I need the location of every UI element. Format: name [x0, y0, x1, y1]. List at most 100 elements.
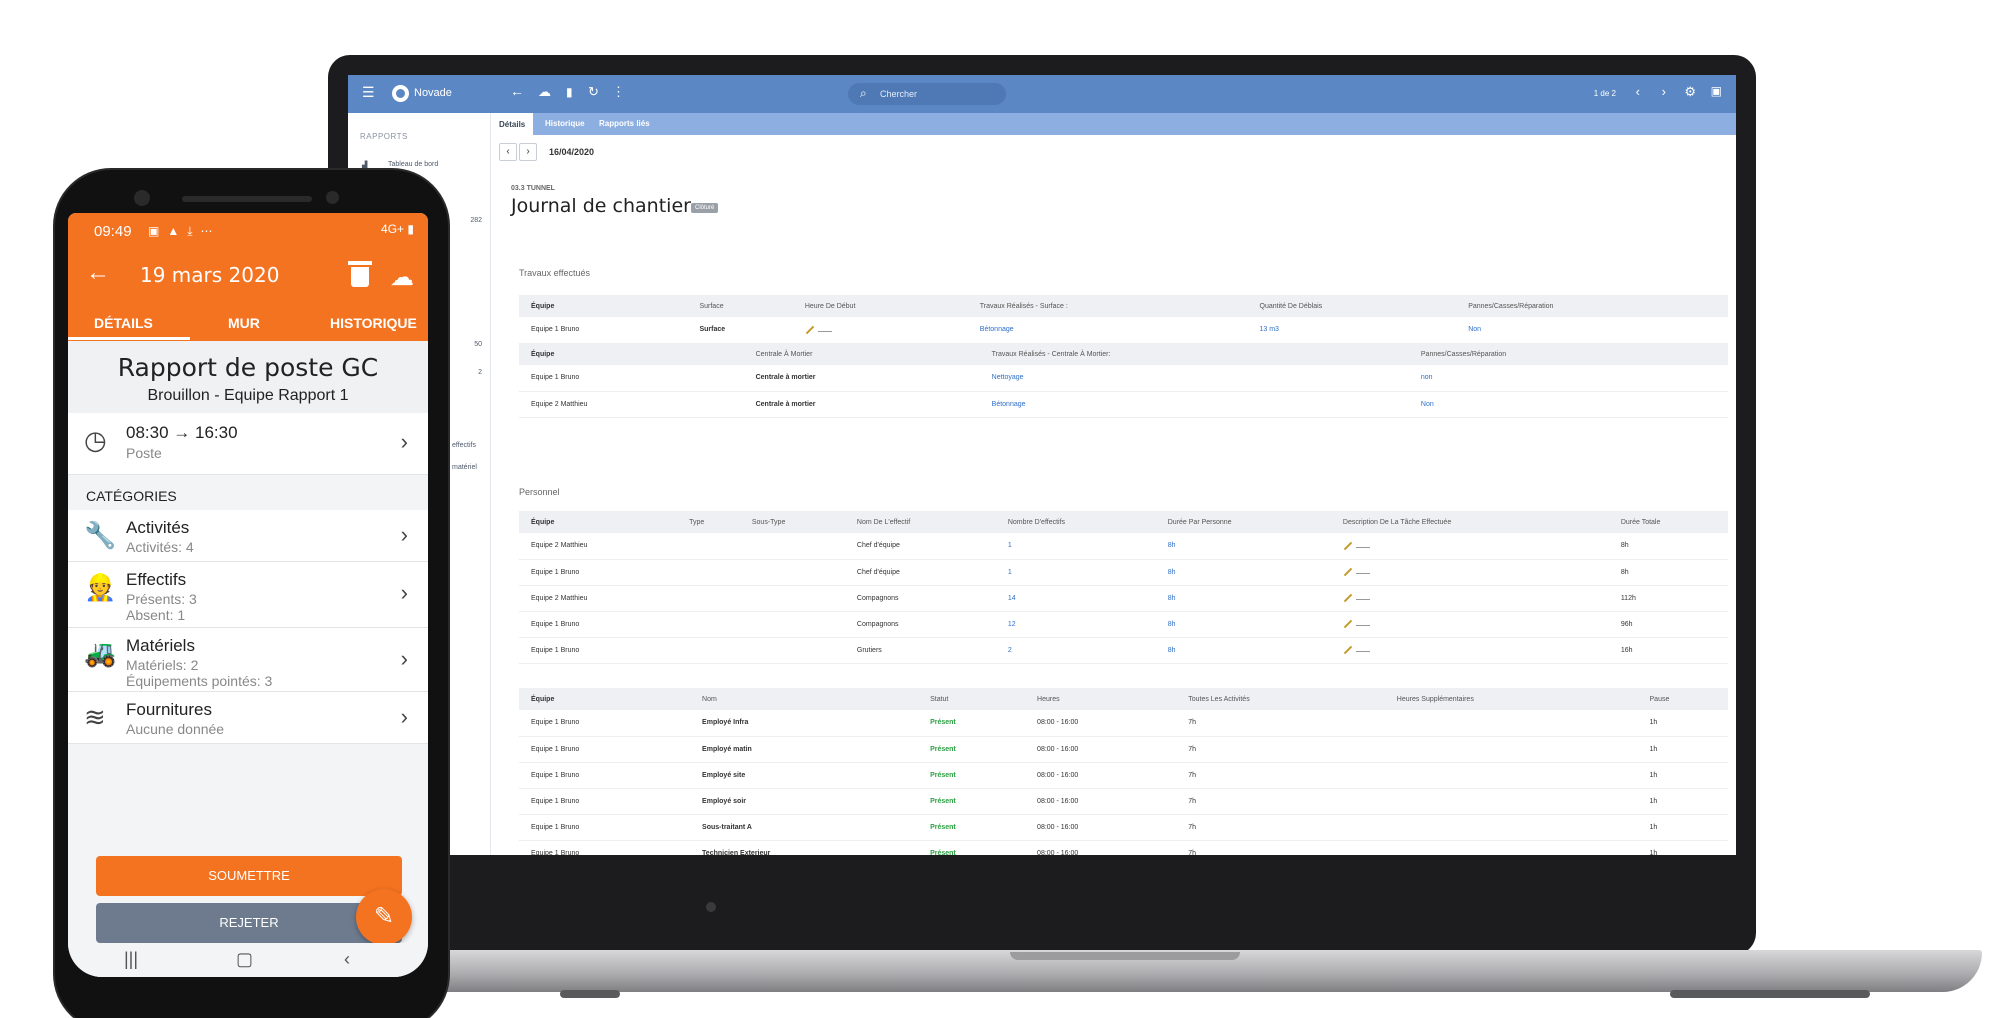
table-cell: Employé matin	[690, 736, 919, 763]
desktop-content: ‹ › 16/04/2020 03.3 TUNNEL Journal de ch…	[491, 135, 1736, 855]
table-cell: 8h	[1155, 585, 1331, 612]
categories-label: CATÉGORIES	[86, 488, 177, 504]
table-cell: Non	[1456, 317, 1728, 344]
mobile-header-title: 19 mars 2020	[140, 263, 280, 287]
mobile-tab-mur[interactable]: MUR	[228, 315, 260, 331]
back-arrow-icon[interactable]: ←	[510, 83, 524, 99]
table-cell: 08:00 - 16:00	[1025, 710, 1177, 737]
table-cell: Présent	[918, 788, 1026, 815]
table-row: Equipe 1 Bruno Employé soir Présent 08:00 -…	[519, 788, 1728, 815]
column-header: Équipe	[519, 511, 678, 533]
table-row: Equipe 2 Matthieu Centrale à mortier Béton…	[519, 391, 1728, 418]
menu-icon[interactable]: ☰	[362, 84, 375, 101]
column-header: Description De La Tâche Effectuée	[1330, 511, 1609, 533]
home-icon[interactable]: ▢	[236, 949, 253, 970]
more-vertical-icon[interactable]: ⋮	[612, 84, 625, 100]
search-icon: ⌕	[860, 86, 867, 100]
column-header: Nom	[690, 688, 919, 710]
sidebar-item-effectifs[interactable]: effectifs	[452, 442, 476, 449]
table-cell: Bétonnage	[979, 391, 1409, 418]
table-cell: Equipe 1 Bruno	[519, 840, 691, 855]
tab-rapports-lies[interactable]: Rapports liés	[599, 119, 650, 128]
search-box[interactable]: ⌕	[848, 83, 1006, 105]
table-cell: Equipe 1 Bruno	[519, 762, 691, 789]
table-cell	[1384, 788, 1638, 815]
tab-details[interactable]: Détails	[491, 113, 534, 135]
user-icon[interactable]: ▣	[1711, 84, 1722, 98]
table-cell	[739, 637, 845, 664]
column-header: Statut	[918, 688, 1026, 710]
table-cell: 7h	[1176, 710, 1385, 737]
table-cell: Equipe 1 Bruno	[519, 317, 688, 344]
table-cell: 1h	[1637, 762, 1728, 789]
category-effectifs[interactable]: 👷 Effectifs Présents: 3 Absent: 1 ›	[68, 562, 428, 628]
table-cell: Présent	[918, 762, 1026, 789]
prev-date-button[interactable]: ‹	[499, 143, 517, 161]
tab-historique[interactable]: Historique	[545, 119, 585, 128]
status-badge: Clôturé	[691, 203, 719, 213]
gear-icon[interactable]: ⚙	[1684, 84, 1696, 100]
category-materiels[interactable]: 🚜 Matériels Matériels: 2 Équipements poi…	[68, 628, 428, 692]
edit-fab-button[interactable]: ✎	[356, 889, 412, 945]
sidebar-item-dashboard[interactable]: Tableau de bord	[388, 161, 438, 168]
refresh-icon[interactable]: ↻	[588, 84, 599, 100]
category-title: Matériels	[126, 636, 195, 655]
table-row: Equipe 1 Bruno Sous-traitant A Présent 08:0…	[519, 814, 1728, 841]
table-cell: 7h	[1176, 814, 1385, 841]
table-cell: Bétonnage	[967, 317, 1248, 344]
table-row: Equipe 1 Bruno Grutiers 2 8h 16h	[519, 637, 1728, 664]
table-cell: Employé Infra	[690, 710, 919, 737]
table-cell: 1	[995, 559, 1156, 586]
sidebar-item-materiel[interactable]: matériel	[452, 464, 477, 471]
workers-icon: 👷	[84, 572, 117, 602]
stage: ☰ Novade ← ☁ ▮ ↻ ⋮ ⌕ 1 de 2 ‹ › ⚙ ▣ RAPP…	[0, 0, 2003, 1018]
chevron-right-icon: ›	[400, 580, 408, 605]
tab-indicator	[68, 337, 190, 340]
category-fournitures[interactable]: ≋ Fournitures Aucune donnée ›	[68, 692, 428, 744]
laptop-camera	[706, 902, 716, 912]
submit-button[interactable]: SOUMETTRE	[96, 856, 402, 896]
pencil-icon: ✎	[373, 903, 395, 930]
column-header: Pannes/Casses/Réparation	[1408, 343, 1728, 365]
search-input[interactable]	[880, 87, 990, 101]
shift-row[interactable]: ◷ 08:30 → 16:30 Poste ›	[68, 413, 428, 475]
table-cell	[1384, 710, 1638, 737]
chevron-right-icon[interactable]: ›	[1662, 84, 1666, 99]
table-cell	[677, 637, 740, 664]
column-header: Heures Supplémentaires	[1384, 688, 1638, 710]
column-header: Surface	[687, 295, 793, 317]
table-cell: Chef d'équipe	[844, 559, 996, 586]
chevron-right-icon: ›	[400, 429, 408, 454]
back-arrow-icon[interactable]: ←	[86, 259, 110, 287]
nav-back-icon[interactable]: ‹	[344, 949, 350, 970]
table-cell: Equipe 1 Bruno	[519, 365, 744, 392]
table-cell	[1330, 559, 1609, 586]
table-cell	[677, 533, 740, 560]
table-cell: Equipe 1 Bruno	[519, 736, 691, 763]
trash-icon[interactable]: ▮	[566, 85, 573, 99]
layers-icon: ≋	[84, 702, 106, 732]
next-date-button[interactable]: ›	[519, 143, 537, 161]
trash-icon[interactable]	[348, 261, 372, 287]
mobile-tab-historique[interactable]: HISTORIQUE	[330, 315, 417, 331]
phone-sensor	[326, 191, 339, 204]
category-title: Effectifs	[126, 570, 187, 589]
mobile-screen: 09:49 ▣▲⤓⋯ 4G+ ▮ ← 19 mars 2020 ☁ DÉTAIL…	[68, 213, 428, 977]
category-activites[interactable]: 🔧 Activités Activités: 4 ›	[68, 510, 428, 562]
category-detail: Équipements pointés: 3	[126, 673, 273, 689]
status-signal: 4G+ ▮	[381, 222, 414, 236]
table-cell: 13 m3	[1247, 317, 1457, 344]
table-cell: 08:00 - 16:00	[1025, 814, 1177, 841]
app-name: Novade	[414, 87, 452, 99]
table-row: Equipe 1 Bruno Compagnons 12 8h 96h	[519, 611, 1728, 638]
table-row: Equipe 1 Bruno Employé matin Présent 08:00 …	[519, 736, 1728, 763]
shift-label: Poste	[126, 445, 162, 461]
table-cell	[1330, 585, 1609, 612]
chevron-left-icon[interactable]: ‹	[1636, 84, 1640, 99]
cloud-upload-icon[interactable]: ☁	[538, 84, 551, 100]
recent-apps-icon[interactable]: |||	[124, 949, 138, 970]
mobile-tab-details[interactable]: DÉTAILS	[94, 315, 153, 331]
cloud-download-icon[interactable]: ☁	[390, 263, 414, 292]
phone-camera	[134, 190, 150, 206]
table-cell: Présent	[918, 710, 1026, 737]
